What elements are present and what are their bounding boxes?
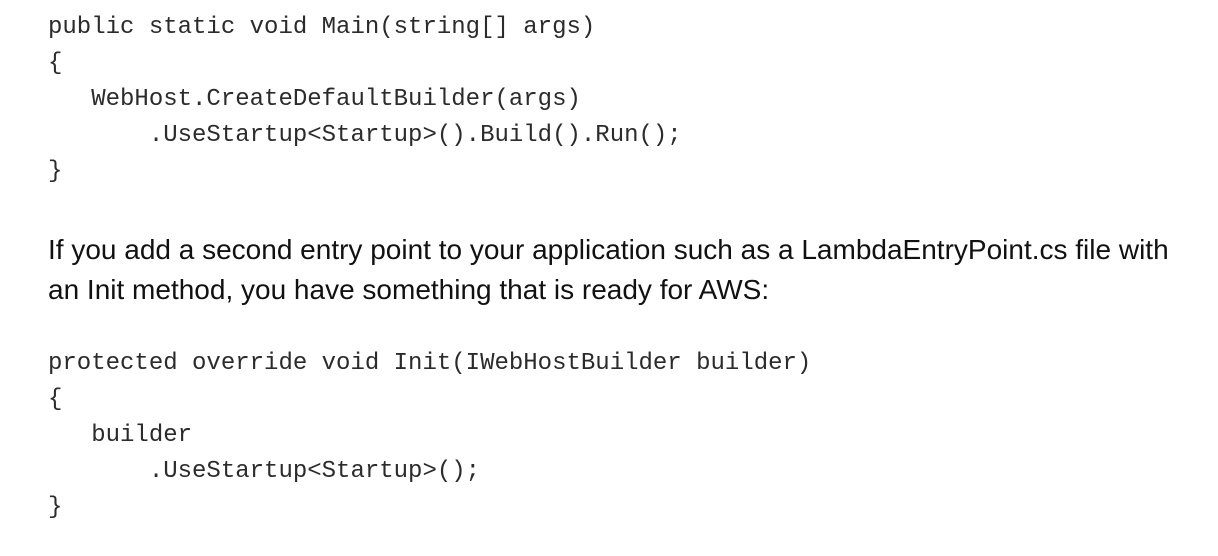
code-block-init: protected override void Init(IWebHostBui…	[48, 346, 811, 526]
code-line: public static void Main(string[] args)	[48, 14, 596, 41]
body-paragraph: If you add a second entry point to your …	[48, 234, 1169, 305]
code-line: }	[48, 158, 63, 185]
code-line: {	[48, 50, 63, 77]
code-line: {	[48, 386, 63, 413]
code-line: .UseStartup<Startup>().Build().Run();	[48, 122, 682, 149]
code-line: WebHost.CreateDefaultBuilder(args)	[48, 86, 581, 113]
code-line: }	[48, 494, 63, 521]
code-block-main: public static void Main(string[] args){ …	[48, 10, 682, 190]
code-line: builder	[48, 422, 193, 449]
code-line: protected override void Init(IWebHostBui…	[48, 350, 812, 377]
code-line: .UseStartup<Startup>();	[48, 458, 481, 485]
